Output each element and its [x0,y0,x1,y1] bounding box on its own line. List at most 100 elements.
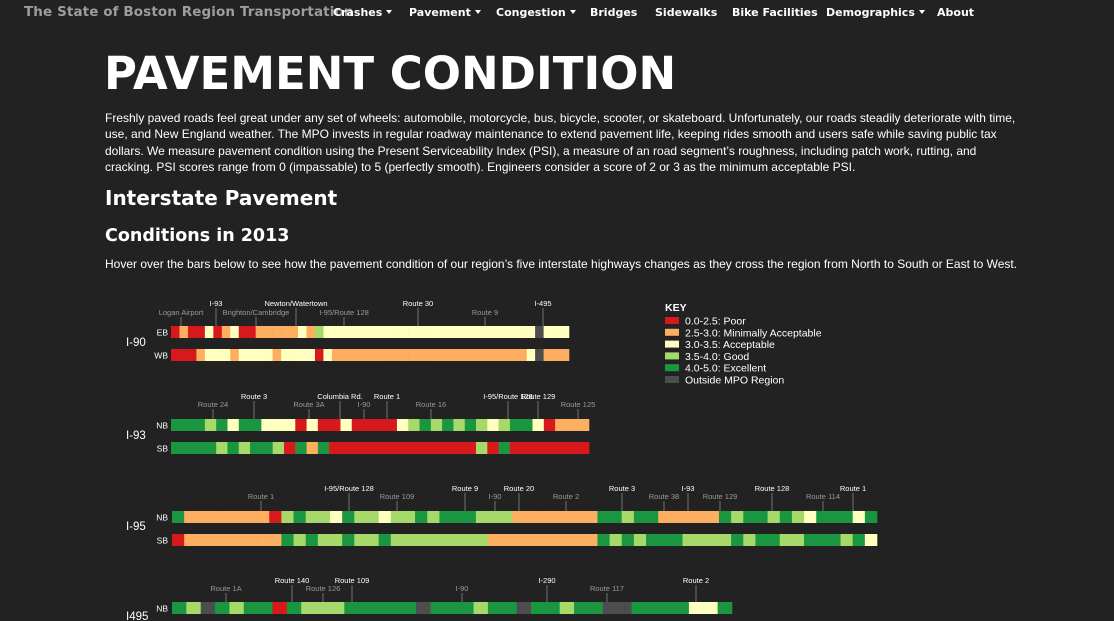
pavement-segment[interactable] [255,349,265,361]
pavement-segment[interactable] [323,326,333,338]
pavement-segment[interactable] [816,534,829,546]
pavement-segment[interactable] [427,511,440,523]
pavement-segment[interactable] [289,349,299,361]
pavement-segment[interactable] [257,534,270,546]
pavement-segment[interactable] [646,534,659,546]
pavement-segment[interactable] [298,326,307,338]
pavement-segment[interactable] [597,511,610,523]
pavement-segment[interactable] [306,442,319,454]
pavement-segment[interactable] [196,511,209,523]
pavement-segment[interactable] [555,419,567,431]
pavement-segment[interactable] [238,349,248,361]
pavement-segment[interactable] [731,534,744,546]
pavement-segment[interactable] [755,534,768,546]
pavement-segment[interactable] [703,602,718,614]
pavement-segment[interactable] [378,534,392,546]
pavement-segment[interactable] [306,419,319,431]
pavement-segment[interactable] [670,534,683,546]
pavement-segment[interactable] [442,442,454,454]
pavement-segment[interactable] [374,349,383,361]
pavement-segment[interactable] [864,511,878,523]
pavement-segment[interactable] [535,349,544,361]
pavement-segment[interactable] [459,602,474,614]
pavement-segment[interactable] [743,534,756,546]
pavement-segment[interactable] [451,511,465,523]
pavement-segment[interactable] [430,602,446,614]
pavement-segment[interactable] [179,326,189,338]
pavement-segment[interactable] [342,534,355,546]
pavement-segment[interactable] [229,602,245,614]
pavement-segment[interactable] [390,511,404,523]
pavement-segment[interactable] [289,326,299,338]
pavement-segment[interactable] [196,326,206,338]
pavement-segment[interactable] [204,442,217,454]
pavement-segment[interactable] [390,534,404,546]
pavement-segment[interactable] [532,419,545,431]
pavement-segment[interactable] [378,511,392,523]
pavement-segment[interactable] [416,349,426,361]
pavement-segment[interactable] [257,511,270,523]
pavement-segment[interactable] [363,419,375,431]
pavement-segment[interactable] [317,419,330,431]
pavement-segment[interactable] [530,602,546,614]
pavement-segment[interactable] [272,442,285,454]
pavement-segment[interactable] [264,326,273,338]
pavement-segment[interactable] [184,511,197,523]
pavement-segment[interactable] [660,602,675,614]
pavement-segment[interactable] [621,534,635,546]
pavement-segment[interactable] [464,442,477,454]
pavement-segment[interactable] [500,534,513,546]
pavement-segment[interactable] [232,511,246,523]
pavement-segment[interactable] [204,349,214,361]
pavement-segment[interactable] [247,349,256,361]
pavement-segment[interactable] [243,602,259,614]
pavement-segment[interactable] [200,602,216,614]
pavement-segment[interactable] [718,511,732,523]
pavement-segment[interactable] [348,349,358,361]
pavement-segment[interactable] [357,326,367,338]
pavement-segment[interactable] [366,511,379,523]
pavement-segment[interactable] [430,419,443,431]
pavement-segment[interactable] [536,534,550,546]
pavement-segment[interactable] [864,534,878,546]
pavement-segment[interactable] [566,419,579,431]
pavement-segment[interactable] [602,602,618,614]
pavement-segment[interactable] [548,534,562,546]
pavement-segment[interactable] [804,511,817,523]
pavement-segment[interactable] [430,442,443,454]
pavement-segment[interactable] [293,534,307,546]
pavement-segment[interactable] [566,442,579,454]
pavement-segment[interactable] [475,534,489,546]
pavement-segment[interactable] [631,602,647,614]
pavement-segment[interactable] [351,442,364,454]
pavement-segment[interactable] [560,534,574,546]
pavement-segment[interactable] [509,326,519,338]
pavement-segment[interactable] [317,534,331,546]
pavement-segment[interactable] [298,349,307,361]
pavement-segment[interactable] [365,326,375,338]
pavement-segment[interactable] [718,534,732,546]
pavement-segment[interactable] [220,511,234,523]
pavement-segment[interactable] [573,511,586,523]
pavement-segment[interactable] [281,326,290,338]
pavement-segment[interactable] [314,326,324,338]
pavement-segment[interactable] [828,534,841,546]
pavement-segment[interactable] [227,442,240,454]
pavement-segment[interactable] [645,602,661,614]
pavement-segment[interactable] [230,326,240,338]
pavement-segment[interactable] [804,534,817,546]
pavement-segment[interactable] [670,511,683,523]
pavement-segment[interactable] [171,419,183,431]
pavement-segment[interactable] [247,326,256,338]
pavement-segment[interactable] [688,602,704,614]
pavement-segment[interactable] [509,442,522,454]
pavement-segment[interactable] [250,442,262,454]
pavement-segment[interactable] [391,326,400,338]
pavement-segment[interactable] [373,602,388,614]
pavement-segment[interactable] [516,602,532,614]
pavement-segment[interactable] [396,442,409,454]
pavement-segment[interactable] [314,349,324,361]
pavement-segment[interactable] [281,349,290,361]
pavement-segment[interactable] [340,419,353,431]
pavement-segment[interactable] [416,326,426,338]
